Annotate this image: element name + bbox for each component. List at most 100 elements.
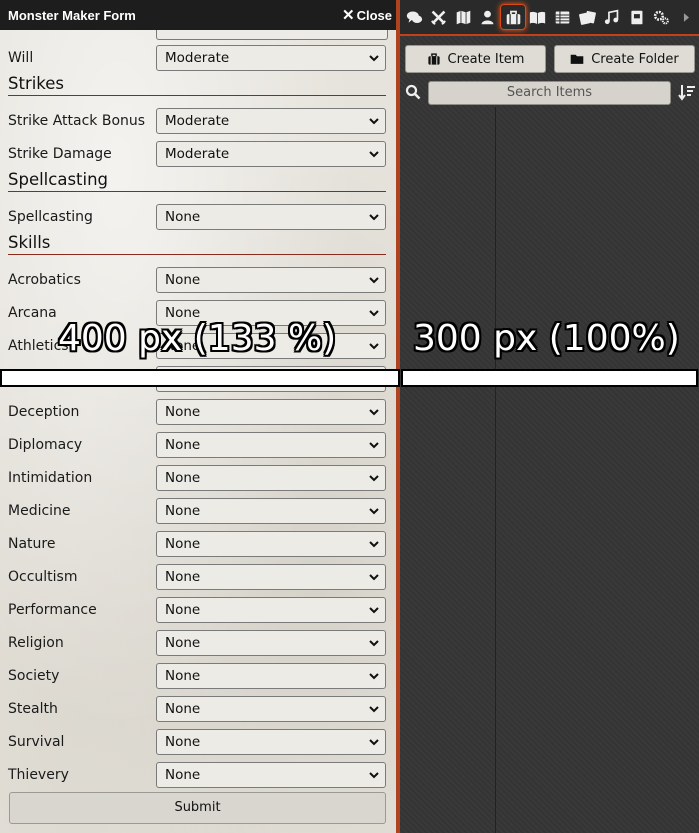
window-titlebar[interactable]: Monster Maker Form ✕ Close — [0, 0, 396, 30]
section-title: Strikes — [8, 74, 65, 93]
field-row-diplomacy: Diplomacy None — [8, 432, 386, 458]
section-heading-skills: Skills — [8, 232, 386, 255]
field-row-strike-attack-bonus: Strike Attack Bonus Moderate — [8, 108, 386, 134]
create-folder-button[interactable]: Create Folder — [554, 45, 695, 73]
deception-select[interactable]: None — [156, 399, 386, 425]
stealth-select[interactable]: None — [156, 696, 386, 722]
section-title: Skills — [8, 233, 51, 252]
width-indicator-bar-left — [0, 369, 400, 387]
partial-select-field[interactable] — [156, 30, 388, 40]
field-label: Occultism — [8, 569, 78, 585]
select-value: None — [165, 635, 201, 651]
submit-button[interactable]: Submit — [9, 792, 386, 824]
directory-divider — [495, 107, 496, 833]
field-row-medicine: Medicine None — [8, 498, 386, 524]
survival-select[interactable]: None — [156, 729, 386, 755]
field-label: Acrobatics — [8, 272, 81, 288]
width-annotation-left: 400 px (133 %) — [58, 318, 337, 359]
field-row-strike-damage: Strike Damage Moderate — [8, 141, 386, 167]
field-label: Spellcasting — [8, 209, 93, 225]
chevron-down-icon — [369, 277, 379, 284]
field-label: Thievery — [8, 767, 69, 783]
journal-icon — [529, 11, 545, 24]
select-value: None — [165, 404, 201, 420]
tab-chat[interactable] — [402, 5, 426, 29]
tab-journal[interactable] — [525, 5, 549, 29]
medicine-select[interactable]: None — [156, 498, 386, 524]
tab-collapse[interactable] — [676, 5, 696, 29]
sort-icon[interactable] — [678, 83, 696, 101]
tab-playlists[interactable] — [599, 5, 623, 29]
create-item-button[interactable]: Create Item — [405, 45, 546, 73]
select-value: Moderate — [165, 50, 230, 66]
select-value: Moderate — [165, 113, 230, 129]
performance-select[interactable]: None — [156, 597, 386, 623]
will-select[interactable]: Moderate — [156, 45, 386, 71]
chevron-down-icon — [369, 640, 379, 647]
field-label: Diplomacy — [8, 437, 83, 453]
spellcasting-select[interactable]: None — [156, 204, 386, 230]
sidebar-background — [400, 0, 699, 833]
sidebar-panel: Create Item Create Folder Search Items — [400, 0, 699, 833]
field-label: Religion — [8, 635, 64, 651]
religion-select[interactable]: None — [156, 630, 386, 656]
field-row-will: Will Moderate — [8, 45, 386, 71]
chevron-down-icon — [369, 55, 379, 62]
tab-actors[interactable] — [475, 5, 499, 29]
sidebar-tabs — [400, 0, 699, 36]
select-value: None — [165, 602, 201, 618]
field-row-acrobatics: Acrobatics None — [8, 267, 386, 293]
select-value: None — [165, 569, 201, 585]
chevron-down-icon — [369, 409, 379, 416]
chevron-down-icon — [369, 442, 379, 449]
thievery-select[interactable]: None — [156, 762, 386, 788]
select-value: None — [165, 272, 201, 288]
width-indicator-bar-right — [401, 369, 698, 387]
field-row-nature: Nature None — [8, 531, 386, 557]
field-row-survival: Survival None — [8, 729, 386, 755]
tab-scenes[interactable] — [451, 5, 475, 29]
nature-select[interactable]: None — [156, 531, 386, 557]
field-label: Stealth — [8, 701, 58, 717]
search-input[interactable]: Search Items — [428, 81, 671, 105]
tab-settings[interactable] — [649, 5, 673, 29]
section-title: Spellcasting — [8, 170, 109, 189]
field-label: Society — [8, 668, 60, 684]
tab-tables[interactable] — [550, 5, 574, 29]
field-label: Medicine — [8, 503, 71, 519]
field-row-deception: Deception None — [8, 399, 386, 425]
select-value: Moderate — [165, 146, 230, 162]
tab-compendium[interactable] — [624, 5, 648, 29]
acrobatics-select[interactable]: None — [156, 267, 386, 293]
section-heading-strikes: Strikes — [8, 73, 386, 96]
select-value: None — [165, 470, 201, 486]
field-label: Nature — [8, 536, 56, 552]
expand-arrow-icon — [683, 12, 689, 22]
strike-attack-bonus-select[interactable]: Moderate — [156, 108, 386, 134]
chevron-down-icon — [369, 574, 379, 581]
select-value: None — [165, 668, 201, 684]
select-value: None — [165, 503, 201, 519]
occultism-select[interactable]: None — [156, 564, 386, 590]
field-row-religion: Religion None — [8, 630, 386, 656]
intimidation-select[interactable]: None — [156, 465, 386, 491]
tab-items[interactable] — [500, 4, 526, 30]
tab-combat[interactable] — [426, 5, 450, 29]
society-select[interactable]: None — [156, 663, 386, 689]
select-value: None — [165, 209, 201, 225]
chevron-down-icon — [369, 541, 379, 548]
strike-damage-select[interactable]: Moderate — [156, 141, 386, 167]
chevron-down-icon — [369, 607, 379, 614]
items-icon — [506, 10, 520, 24]
select-value: None — [165, 536, 201, 552]
field-label: Survival — [8, 734, 65, 750]
create-item-label: Create Item — [447, 51, 525, 67]
tab-cards[interactable] — [575, 5, 599, 29]
monster-maker-window: Monster Maker Form ✕ Close Will Moderate… — [0, 0, 400, 833]
close-button[interactable]: ✕ Close — [342, 6, 392, 24]
width-annotation-right: 300 px (100%) — [413, 318, 680, 359]
select-value: None — [165, 437, 201, 453]
diplomacy-select[interactable]: None — [156, 432, 386, 458]
briefcase-icon — [427, 53, 440, 65]
select-value: None — [165, 767, 201, 783]
